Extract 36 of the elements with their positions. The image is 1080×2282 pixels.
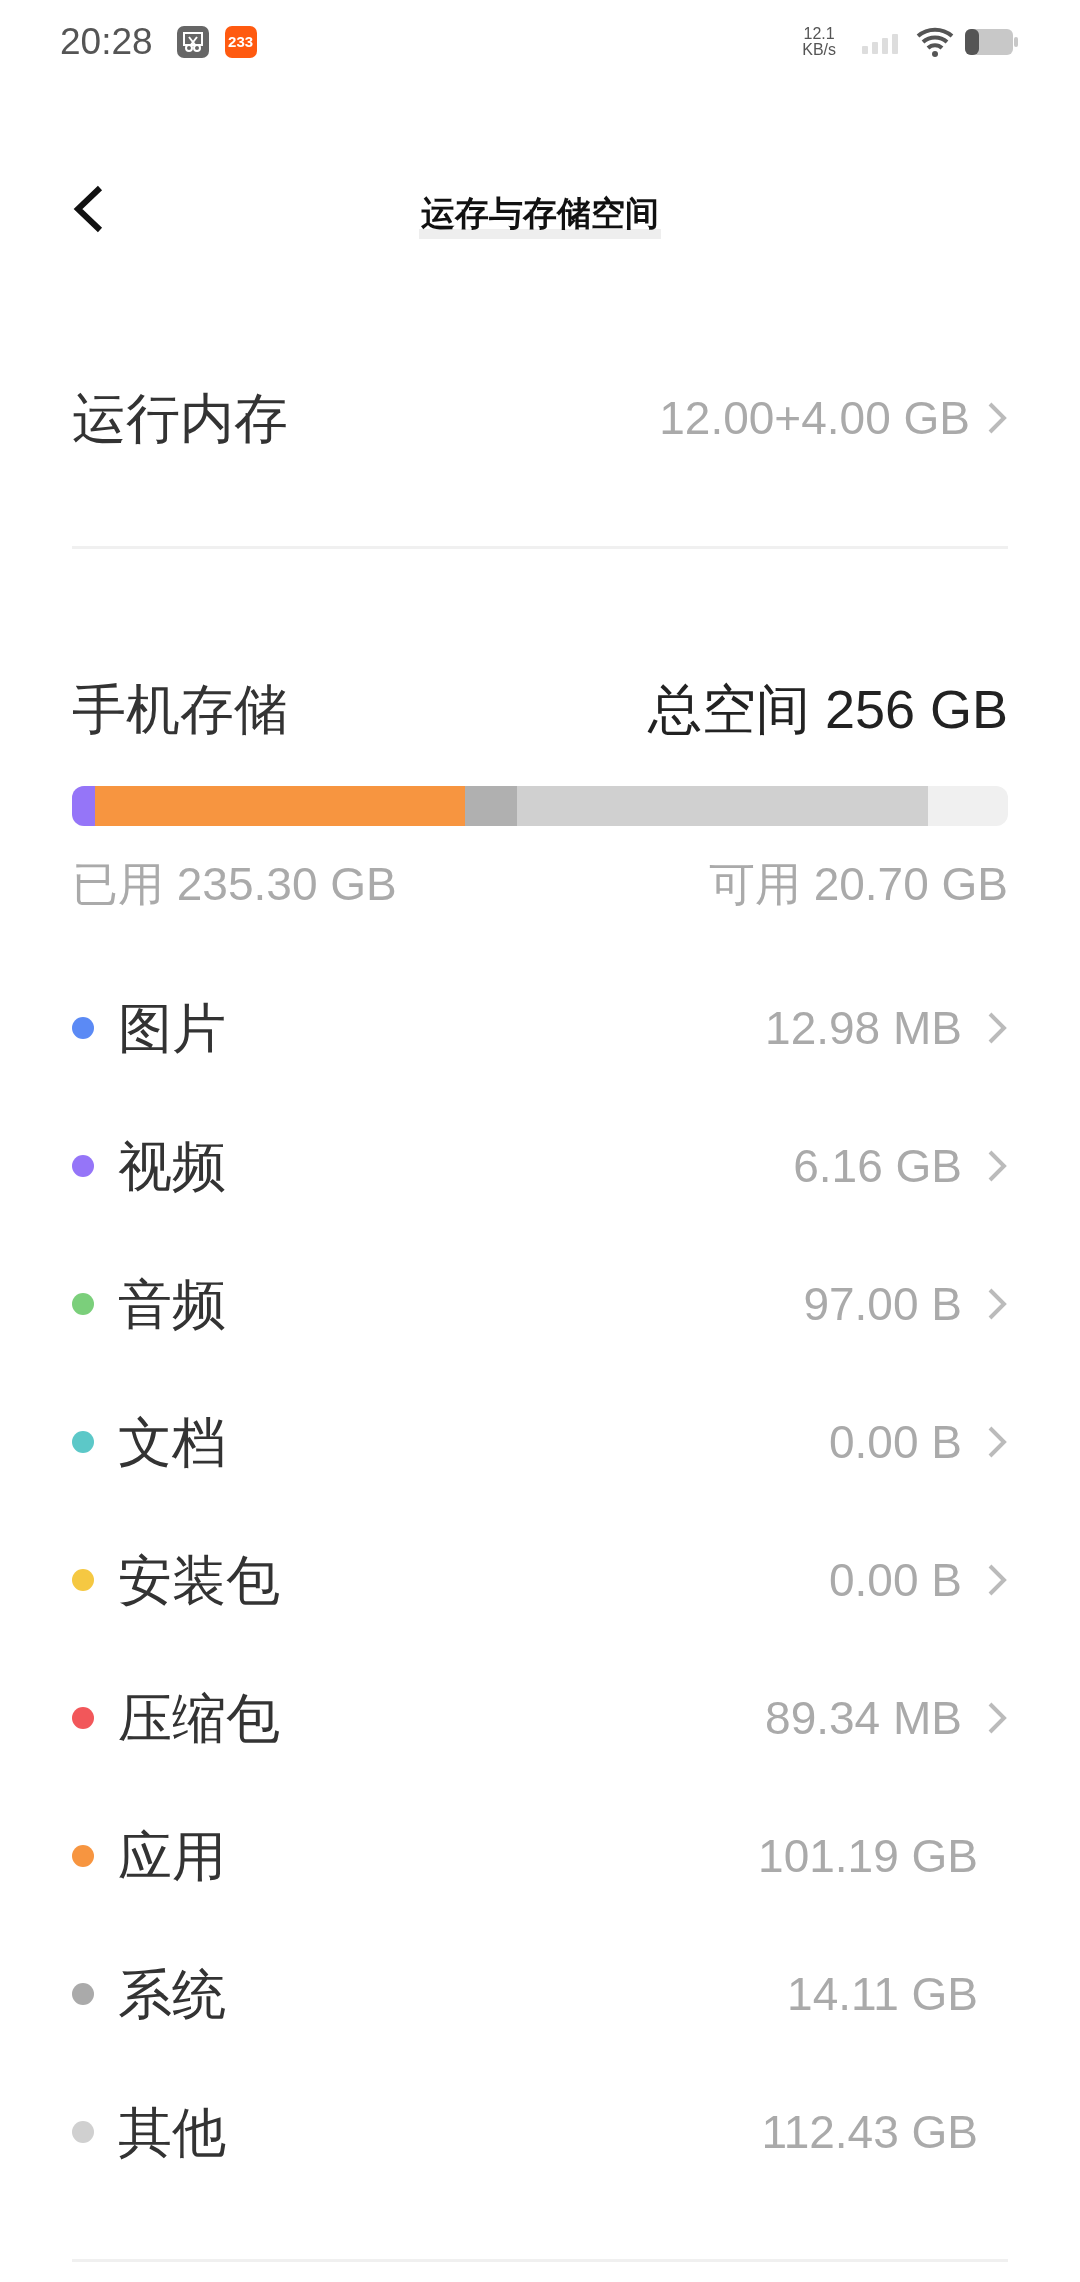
- category-size: 112.43 GB: [761, 2104, 978, 2160]
- storage-label: 手机存储: [72, 677, 288, 741]
- app-badge-icon: 233: [224, 26, 257, 58]
- category-size: 6.16 GB: [793, 1138, 962, 1194]
- category-label: 压缩包: [118, 1686, 280, 1750]
- category-size: 97.00 B: [803, 1276, 962, 1332]
- category-label: 视频: [118, 1134, 226, 1198]
- category-label: 系统: [118, 1962, 226, 2026]
- battery-icon: [964, 28, 1020, 56]
- category-label: 其他: [118, 2100, 226, 2164]
- category-label: 安装包: [118, 1548, 280, 1612]
- category-row[interactable]: 视频 6.16 GB: [72, 1097, 1008, 1235]
- category-label: 图片: [118, 996, 226, 1060]
- network-speed: 12.1: [802, 26, 836, 42]
- network-speed-unit: KB/s: [802, 42, 836, 58]
- category-label: 音频: [118, 1272, 226, 1336]
- category-label: 应用: [118, 1824, 226, 1888]
- category-row[interactable]: 压缩包 89.34 MB: [72, 1649, 1008, 1787]
- category-row[interactable]: 安装包 0.00 B: [72, 1511, 1008, 1649]
- category-size: 89.34 MB: [765, 1690, 962, 1746]
- total-space: 总空间 256 GB: [647, 677, 1008, 741]
- category-row[interactable]: 音频 97.00 B: [72, 1235, 1008, 1373]
- category-size: 14.11 GB: [787, 1966, 978, 2022]
- category-label: 文档: [118, 1410, 226, 1474]
- category-size: 12.98 MB: [765, 1000, 962, 1056]
- ram-label: 运行内存: [72, 386, 288, 450]
- category-row[interactable]: 文档 0.00 B: [72, 1373, 1008, 1511]
- category-row[interactable]: 图片 12.98 MB: [72, 959, 1008, 1097]
- category-size: 0.00 B: [829, 1414, 962, 1470]
- free-space: 可用 20.70 GB: [708, 857, 1008, 912]
- wifi-icon: [916, 26, 956, 58]
- category-size: 0.00 B: [829, 1552, 962, 1608]
- status-time: 20:28: [60, 20, 153, 65]
- category-size: 101.19 GB: [758, 1828, 978, 1884]
- used-space: 已用 235.30 GB: [72, 857, 397, 912]
- scissors-icon: [176, 26, 209, 58]
